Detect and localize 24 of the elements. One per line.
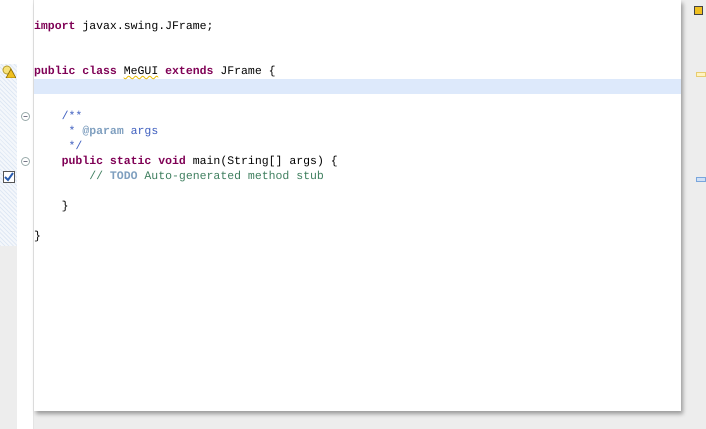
javadoc-comment: * [68,125,76,138]
code-text: main(String[] args) { [192,155,338,168]
code-comment: Auto-generated method stub [144,170,324,183]
code-keyword: public class [34,65,117,78]
code-editor[interactable]: import javax.swing.JFrame; public class MeGUI extends JFrame { /** * @param args */ public static void main(String[] args) { // TODO Auto-generated method stub } } [34,0,681,411]
code-comment: // [88,170,104,183]
javadoc-comment: /** [60,110,82,123]
todo-tag: TODO [110,170,138,183]
code-text: javax.swing.JFrame; [82,20,214,33]
javadoc-comment: args [130,125,158,138]
warning-summary-icon[interactable] [694,6,703,15]
fold-icon[interactable] [20,157,30,166]
code-text: } [60,200,69,213]
code-text: JFrame { [220,65,276,78]
javadoc-comment: */ [68,140,82,153]
warning-icon[interactable] [2,65,16,78]
javadoc-tag: @param [82,125,124,138]
code-keyword: extends [165,65,214,78]
task-icon[interactable] [2,170,14,183]
code-keyword: import [34,20,76,33]
code-keyword: public static void [60,155,186,168]
fold-icon[interactable] [20,112,30,121]
code-text: MeGUI [124,65,158,78]
code-text: } [34,230,41,243]
